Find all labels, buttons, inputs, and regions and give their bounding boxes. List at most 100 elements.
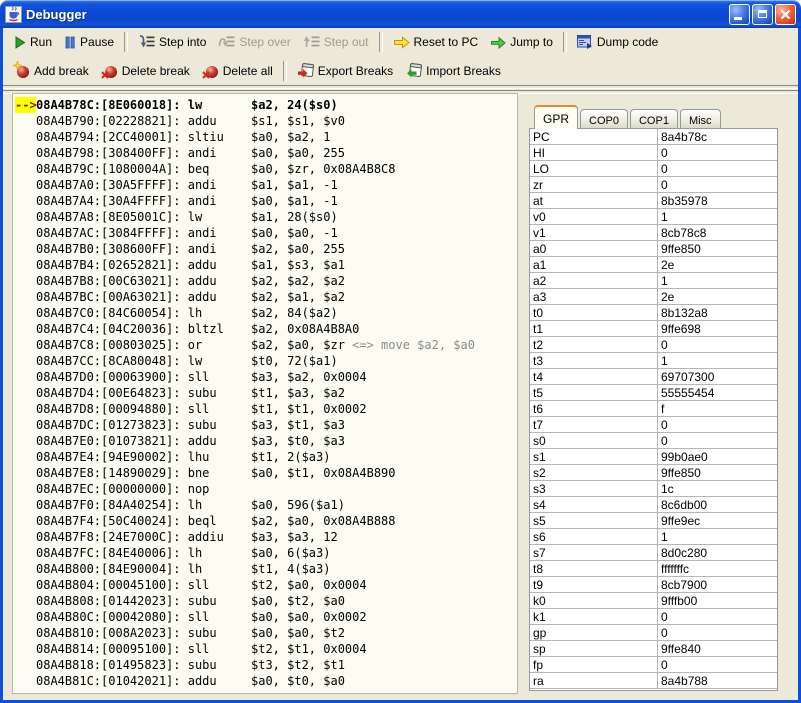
register-row[interactable]: t98cb7900 <box>530 577 777 593</box>
register-row[interactable]: s61 <box>530 529 777 545</box>
tab-gpr[interactable]: GPR <box>534 105 578 129</box>
disasm-line[interactable]: 08A4B794:[2CC40001]: sltiu$a0, $a2, 1 <box>15 129 517 145</box>
delete-all-button[interactable]: Delete all <box>196 61 279 80</box>
register-value[interactable]: 0 <box>658 433 777 448</box>
delete-break-button[interactable]: Delete break <box>95 61 196 80</box>
disasm-line[interactable]: 08A4B7C8:[00803025]: or$a2, $a0, $zr <=>… <box>15 337 517 353</box>
disasm-line[interactable]: 08A4B798:[308400FF]: andi$a0, $a0, 255 <box>15 145 517 161</box>
disasm-line[interactable]: 08A4B81C:[01042021]: addu$a0, $t0, $a0 <box>15 673 517 689</box>
disasm-line[interactable]: 08A4B804:[00045100]: sll$t2, $a0, 0x0004 <box>15 577 517 593</box>
disasm-line[interactable]: 08A4B7AC:[3084FFFF]: andi$a0, $a0, -1 <box>15 225 517 241</box>
register-row[interactable]: at8b35978 <box>530 193 777 209</box>
disasm-line[interactable]: 08A4B7CC:[8CA80048]: lw$t0, 72($a1) <box>15 353 517 369</box>
register-value[interactable]: 0 <box>658 161 777 176</box>
register-value[interactable]: 9ffe850 <box>658 465 777 480</box>
register-value[interactable]: 99b0ae0 <box>658 449 777 464</box>
register-row[interactable]: t469707300 <box>530 369 777 385</box>
reset-to-pc-button[interactable]: Reset to PC <box>387 33 485 51</box>
register-row[interactable]: v18cb78c8 <box>530 225 777 241</box>
register-row[interactable]: t555555454 <box>530 385 777 401</box>
register-value[interactable]: 9ffe850 <box>658 241 777 256</box>
run-button[interactable]: Run <box>7 33 58 51</box>
register-value[interactable]: 8a4b788 <box>658 673 777 688</box>
register-row[interactable]: a32e <box>530 289 777 305</box>
register-value[interactable]: 0 <box>658 657 777 672</box>
tab-cop1[interactable]: COP1 <box>630 109 678 129</box>
register-row[interactable]: s31c <box>530 481 777 497</box>
register-row[interactable]: HI0 <box>530 145 777 161</box>
register-value[interactable]: 8cb78c8 <box>658 225 777 240</box>
register-row[interactable]: ra8a4b788 <box>530 673 777 689</box>
disassembly-pane[interactable]: -->08A4B78C:[8E060018]: lw$a2, 24($s0)08… <box>12 93 518 694</box>
close-button[interactable] <box>775 4 796 25</box>
register-row[interactable]: v01 <box>530 209 777 225</box>
step-over-button[interactable]: Step over <box>212 33 296 51</box>
register-value[interactable]: 55555454 <box>658 385 777 400</box>
register-value[interactable]: 9ffe698 <box>658 321 777 336</box>
register-value[interactable]: 2e <box>658 257 777 272</box>
disasm-line[interactable]: 08A4B7E4:[94E90002]: lhu$t1, 2($a3) <box>15 449 517 465</box>
register-value[interactable]: 0 <box>658 609 777 624</box>
register-value[interactable]: 0 <box>658 177 777 192</box>
register-value[interactable]: 8a4b78c <box>658 129 777 144</box>
register-row[interactable]: t8fffffffc <box>530 561 777 577</box>
register-row[interactable]: a21 <box>530 273 777 289</box>
disasm-line[interactable]: 08A4B7D4:[00E64823]: subu$t1, $a3, $a2 <box>15 385 517 401</box>
disasm-line[interactable]: 08A4B7DC:[01273823]: subu$a3, $t1, $a3 <box>15 417 517 433</box>
jump-to-button[interactable]: Jump to <box>484 33 559 51</box>
register-row[interactable]: sp9ffe840 <box>530 641 777 657</box>
register-row[interactable]: t31 <box>530 353 777 369</box>
register-row[interactable]: t20 <box>530 337 777 353</box>
register-value[interactable]: f <box>658 401 777 416</box>
register-row[interactable]: s29ffe850 <box>530 465 777 481</box>
disasm-line[interactable]: 08A4B7E0:[01073821]: addu$a3, $t0, $a3 <box>15 433 517 449</box>
disasm-line[interactable]: 08A4B7B4:[02652821]: addu$a1, $s3, $a1 <box>15 257 517 273</box>
disasm-line[interactable]: 08A4B7B8:[00C63021]: addu$a2, $a2, $a2 <box>15 273 517 289</box>
disasm-line[interactable]: 08A4B7FC:[84E40006]: lh$a0, 6($a3) <box>15 545 517 561</box>
register-value[interactable]: 2e <box>658 289 777 304</box>
disasm-line[interactable]: 08A4B7C4:[04C20036]: bltzl$a2, 0x08A4B8A… <box>15 321 517 337</box>
register-row[interactable]: a12e <box>530 257 777 273</box>
register-row[interactable]: k09fffb00 <box>530 593 777 609</box>
register-value[interactable]: 1 <box>658 529 777 544</box>
register-value[interactable]: 8d0c280 <box>658 545 777 560</box>
disasm-line[interactable]: 08A4B7EC:[00000000]: nop <box>15 481 517 497</box>
minimize-button[interactable] <box>729 4 750 25</box>
register-value[interactable]: 0 <box>658 145 777 160</box>
maximize-button[interactable] <box>752 4 773 25</box>
disasm-line[interactable]: 08A4B808:[01442023]: subu$a0, $t2, $a0 <box>15 593 517 609</box>
register-row[interactable]: s59ffe9ec <box>530 513 777 529</box>
step-into-button[interactable]: Step into <box>132 33 212 51</box>
disasm-line[interactable]: 08A4B7E8:[14890029]: bne$a0, $t1, 0x08A4… <box>15 465 517 481</box>
disasm-line[interactable]: 08A4B7A8:[8E05001C]: lw$a1, 28($s0) <box>15 209 517 225</box>
register-row[interactable]: s00 <box>530 433 777 449</box>
register-row[interactable]: t19ffe698 <box>530 321 777 337</box>
register-value[interactable]: fffffffc <box>658 561 777 576</box>
register-row[interactable]: LO0 <box>530 161 777 177</box>
register-row[interactable]: t6f <box>530 401 777 417</box>
dump-code-button[interactable]: Dump code <box>571 33 664 51</box>
disasm-line[interactable]: 08A4B80C:[00042080]: sll$a0, $a0, 0x0002 <box>15 609 517 625</box>
register-value[interactable]: 8cb7900 <box>658 577 777 592</box>
register-value[interactable]: 0 <box>658 625 777 640</box>
register-value[interactable]: 1 <box>658 353 777 368</box>
pause-button[interactable]: Pause <box>58 33 120 51</box>
disasm-line[interactable]: 08A4B814:[00095100]: sll$t2, $t1, 0x0004 <box>15 641 517 657</box>
register-value[interactable]: 69707300 <box>658 369 777 384</box>
register-value[interactable]: 8c6db00 <box>658 497 777 512</box>
export-breaks-button[interactable]: Export Breaks <box>291 61 399 80</box>
disasm-line[interactable]: 08A4B7B0:[308600FF]: andi$a2, $a0, 255 <box>15 241 517 257</box>
register-value[interactable]: 9fffb00 <box>658 593 777 608</box>
disasm-line[interactable]: 08A4B800:[84E90004]: lh$t1, 4($a3) <box>15 561 517 577</box>
register-value[interactable]: 0 <box>658 337 777 352</box>
disasm-line[interactable]: 08A4B7A4:[30A4FFFF]: andi$a0, $a1, -1 <box>15 193 517 209</box>
disasm-line[interactable]: 08A4B7D8:[00094880]: sll$t1, $t1, 0x0002 <box>15 401 517 417</box>
register-value[interactable]: 8b35978 <box>658 193 777 208</box>
disasm-line[interactable]: 08A4B810:[008A2023]: subu$a0, $a0, $t2 <box>15 625 517 641</box>
register-value[interactable]: 1c <box>658 481 777 496</box>
disasm-line[interactable]: 08A4B818:[01495823]: subu$t3, $t2, $t1 <box>15 657 517 673</box>
register-value[interactable]: 1 <box>658 273 777 288</box>
add-break-button[interactable]: Add break <box>7 61 95 80</box>
register-row[interactable]: s78d0c280 <box>530 545 777 561</box>
disasm-line[interactable]: 08A4B79C:[1080004A]: beq$a0, $zr, 0x08A4… <box>15 161 517 177</box>
